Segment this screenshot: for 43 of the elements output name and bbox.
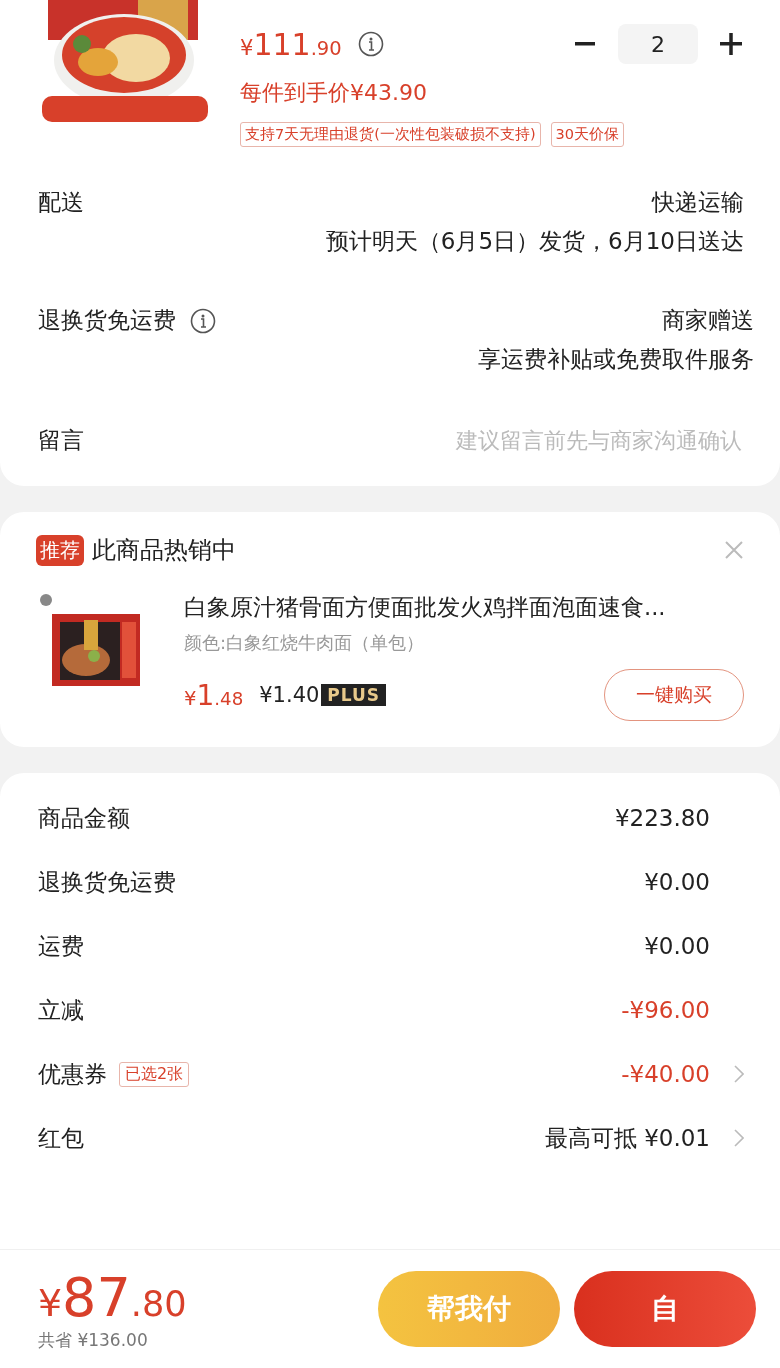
summary-value: ¥223.80 (614, 805, 710, 831)
quantity-field[interactable]: 2 (618, 24, 698, 64)
product-price: ¥111.90 (240, 26, 342, 62)
row-label: 留言 (38, 426, 84, 455)
row-value: 预计明天（6月5日）发货，6月10日送达 (325, 227, 744, 256)
summary-value: ¥0.00 (644, 869, 710, 895)
saved-amount: 共省 ¥136.00 (38, 1329, 149, 1352)
summary-label: 红包 (38, 1123, 84, 1153)
per-item-price: 每件到手价¥43.90 (240, 79, 428, 107)
summary-label: 立减 (38, 995, 84, 1025)
message-field[interactable]: 建议留言前先与商家沟通确认 (320, 427, 744, 454)
plus-price: ¥1.40 (259, 683, 320, 707)
buy-now-button[interactable]: 一键购买 (604, 669, 744, 721)
summary-label: 运费 (38, 931, 84, 961)
summary-label: 退换货免运费 (38, 867, 176, 897)
summary-label: 商品金额 (38, 803, 130, 833)
pay-button[interactable]: 自 (574, 1271, 756, 1347)
plus-button[interactable] (718, 31, 744, 57)
row-value: 享运费补贴或免费取件服务 (478, 345, 754, 374)
section-title: 此商品热销中 (92, 535, 236, 566)
summary-value: 最高可抵 ¥0.01 (544, 1123, 710, 1153)
plus-icon (720, 33, 742, 55)
row-label: 配送 (38, 188, 84, 217)
row-label: 退换货免运费 (38, 306, 176, 335)
minus-icon (575, 42, 595, 46)
plus-badge: PLUS (321, 684, 387, 706)
coupon-tag: 已选2张 (119, 1061, 190, 1087)
info-icon[interactable] (190, 307, 216, 334)
summary-value: -¥96.00 (621, 997, 710, 1023)
summary-value: -¥40.00 (621, 1061, 710, 1087)
close-icon (724, 540, 744, 560)
product-price: ¥1.48 (184, 678, 244, 712)
row-value: 商家赠送 (662, 306, 754, 335)
service-tag: 支持7天无理由退货(一次性包装破损不支持) (240, 122, 541, 147)
summary-label: 优惠券 (38, 1059, 107, 1089)
recommend-badge: 推荐 (36, 534, 84, 566)
service-tag: 30天价保 (550, 122, 624, 147)
total-price: ¥87.80 (38, 1266, 187, 1329)
info-icon[interactable] (357, 31, 384, 57)
summary-value: ¥0.00 (644, 933, 710, 959)
product-name[interactable]: 白象原汁猪骨面方便面批发火鸡拌面泡面速食... (184, 592, 744, 623)
product-spec: 颜色:白象红烧牛肉面（单包） (184, 631, 426, 655)
row-value: 快递运输 (652, 188, 744, 217)
